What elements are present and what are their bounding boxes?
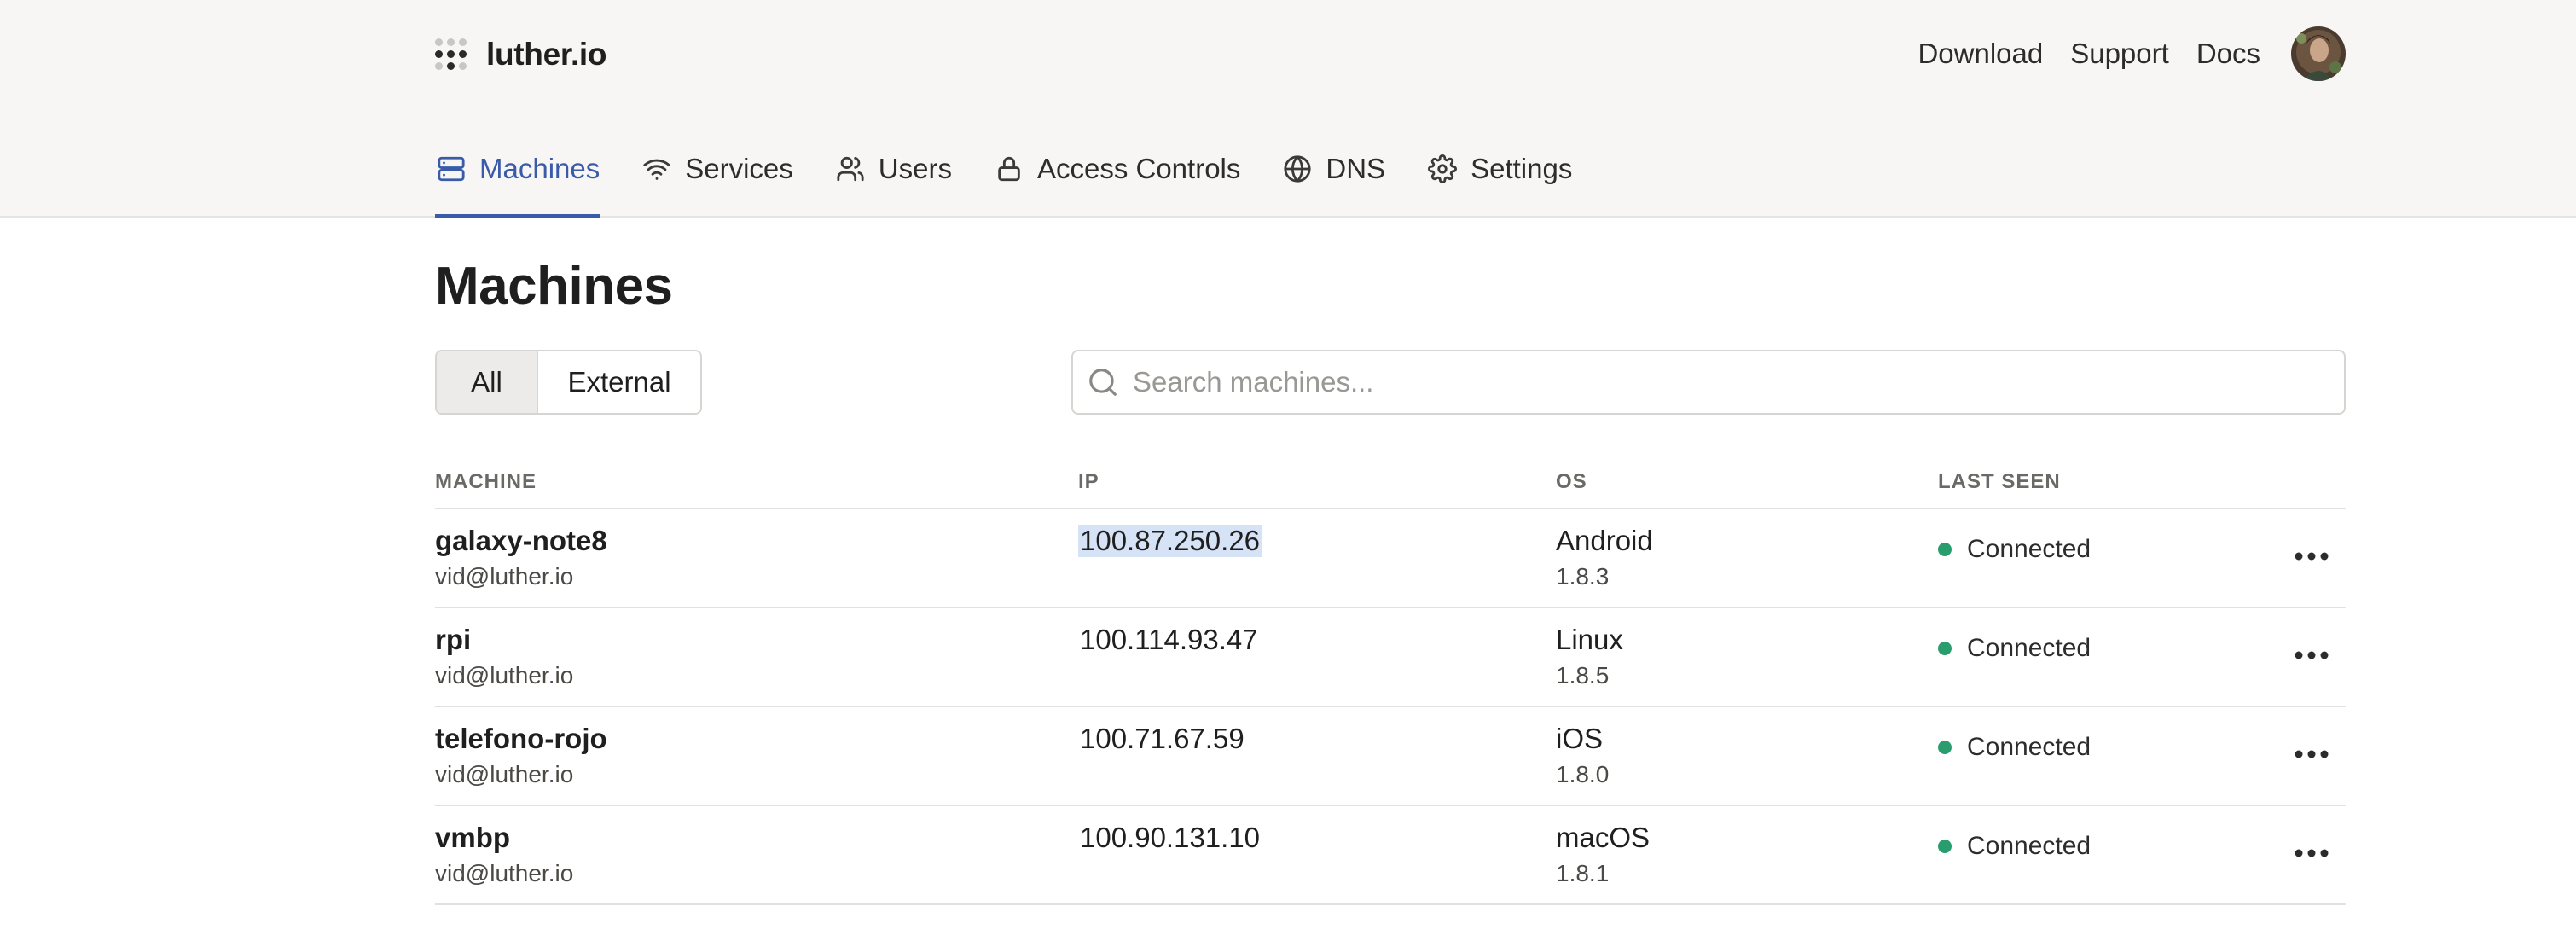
more-options-button[interactable] — [2286, 840, 2337, 866]
status-text: Connected — [1967, 832, 2092, 860]
tab-settings[interactable]: Settings — [1426, 141, 1572, 197]
status-dot-icon — [1938, 642, 1952, 655]
more-options-button[interactable] — [2286, 543, 2337, 569]
column-header-os[interactable]: OS — [1556, 470, 1587, 494]
machine-owner: vid@luther.io — [435, 860, 574, 886]
tab-services[interactable]: Services — [641, 141, 793, 197]
machines-table: MACHINE IP OS LAST SEEN galaxy-note8 vid… — [435, 465, 2346, 905]
tab-users[interactable]: Users — [834, 141, 952, 197]
search-icon — [1087, 365, 1121, 399]
column-header-machine[interactable]: MACHINE — [435, 470, 537, 494]
table-row[interactable]: rpi vid@luther.io 100.114.93.47 Linux 1.… — [435, 608, 2346, 707]
download-link[interactable]: Download — [1917, 38, 2043, 70]
filter-external-button[interactable]: External — [538, 351, 700, 413]
dots-grid-icon — [435, 38, 467, 71]
status-text: Connected — [1967, 733, 2092, 761]
machine-owner: vid@luther.io — [435, 563, 574, 590]
machine-os: macOS — [1556, 822, 1651, 853]
machine-name[interactable]: telefono-rojo — [435, 723, 607, 755]
status-dot-icon — [1938, 840, 1952, 853]
machine-os: iOS — [1556, 723, 1604, 754]
wifi-icon — [641, 153, 673, 185]
more-options-button[interactable] — [2286, 642, 2337, 668]
machine-ip[interactable]: 100.87.250.26 — [1078, 525, 1262, 557]
search-box — [1071, 350, 2346, 415]
machine-name[interactable]: galaxy-note8 — [435, 525, 607, 557]
tab-label: Access Controls — [1036, 153, 1241, 184]
app-header: luther.io Download Support Docs Machines… — [0, 0, 2576, 218]
ellipsis-icon — [2295, 552, 2329, 561]
status-dot-icon — [1938, 543, 1952, 556]
gear-icon — [1426, 153, 1459, 185]
machine-owner: vid@luther.io — [435, 662, 574, 688]
tab-label: DNS — [1326, 153, 1386, 184]
ellipsis-icon — [2295, 849, 2329, 857]
machine-name[interactable]: rpi — [435, 624, 471, 656]
avatar[interactable] — [2291, 26, 2346, 81]
tab-machines[interactable]: Machines — [435, 141, 600, 218]
ellipsis-icon — [2295, 651, 2329, 659]
machine-ip[interactable]: 100.90.131.10 — [1078, 822, 1262, 854]
machine-os: Android — [1556, 525, 1653, 556]
lock-icon — [993, 153, 1025, 185]
globe-icon — [1281, 153, 1314, 185]
status-badge: Connected — [1938, 832, 2091, 861]
tab-access-controls[interactable]: Access Controls — [993, 141, 1240, 197]
machine-os: Linux — [1556, 624, 1623, 655]
machine-version: 1.8.3 — [1556, 563, 1610, 590]
machine-owner: vid@luther.io — [435, 761, 574, 787]
status-text: Connected — [1967, 634, 2092, 662]
tab-label: Machines — [479, 153, 600, 184]
tab-dns[interactable]: DNS — [1281, 141, 1385, 197]
more-options-button[interactable] — [2286, 741, 2337, 767]
filter-segment: All External — [435, 350, 702, 415]
machine-version: 1.8.5 — [1556, 662, 1610, 688]
column-header-ip[interactable]: IP — [1078, 470, 1099, 494]
filter-all-button[interactable]: All — [437, 351, 538, 413]
page-title: Machines — [435, 257, 673, 316]
server-icon — [435, 153, 467, 185]
users-icon — [834, 153, 867, 185]
column-header-last-seen[interactable]: LAST SEEN — [1938, 470, 2061, 494]
brand-name: luther.io — [486, 37, 607, 72]
table-row[interactable]: vmbp vid@luther.io 100.90.131.10 macOS 1… — [435, 806, 2346, 905]
table-header: MACHINE IP OS LAST SEEN — [435, 465, 2346, 509]
status-badge: Connected — [1938, 634, 2091, 663]
tab-label: Users — [878, 153, 952, 184]
table-row[interactable]: telefono-rojo vid@luther.io 100.71.67.59… — [435, 707, 2346, 806]
ellipsis-icon — [2295, 750, 2329, 758]
docs-link[interactable]: Docs — [2196, 38, 2260, 70]
machine-name[interactable]: vmbp — [435, 822, 510, 854]
machine-version: 1.8.1 — [1556, 860, 1610, 886]
status-badge: Connected — [1938, 535, 2091, 564]
status-text: Connected — [1967, 535, 2092, 563]
brand[interactable]: luther.io — [435, 34, 607, 75]
machine-ip[interactable]: 100.114.93.47 — [1078, 624, 1260, 656]
main-nav: Machines Services Users Access Controls … — [435, 141, 1613, 218]
search-input[interactable] — [1133, 366, 2310, 398]
status-dot-icon — [1938, 741, 1952, 754]
machine-version: 1.8.0 — [1556, 761, 1610, 787]
tab-label: Services — [685, 153, 793, 184]
top-links: Download Support Docs — [1917, 26, 2346, 82]
tab-label: Settings — [1471, 153, 1573, 184]
status-badge: Connected — [1938, 733, 2091, 762]
machine-ip[interactable]: 100.71.67.59 — [1078, 723, 1246, 755]
table-row[interactable]: galaxy-note8 vid@luther.io 100.87.250.26… — [435, 509, 2346, 608]
support-link[interactable]: Support — [2070, 38, 2169, 70]
